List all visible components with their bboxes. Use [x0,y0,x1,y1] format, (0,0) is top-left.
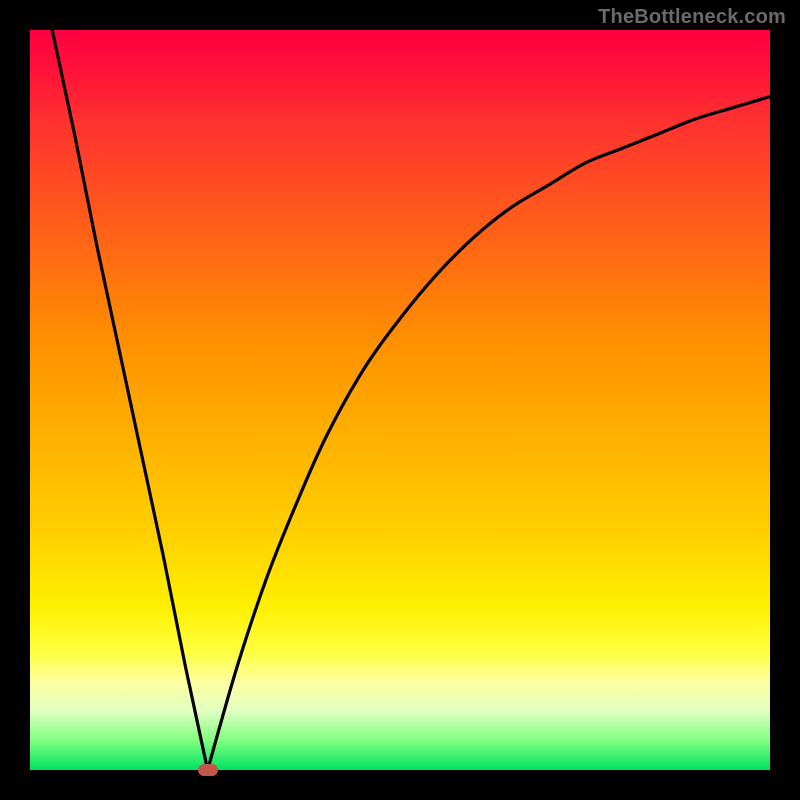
chart-frame: TheBottleneck.com [0,0,800,800]
plot-area [30,30,770,770]
curve-path [52,30,770,770]
optimum-marker [198,764,218,776]
curve-svg [30,30,770,770]
watermark-text: TheBottleneck.com [598,6,786,29]
